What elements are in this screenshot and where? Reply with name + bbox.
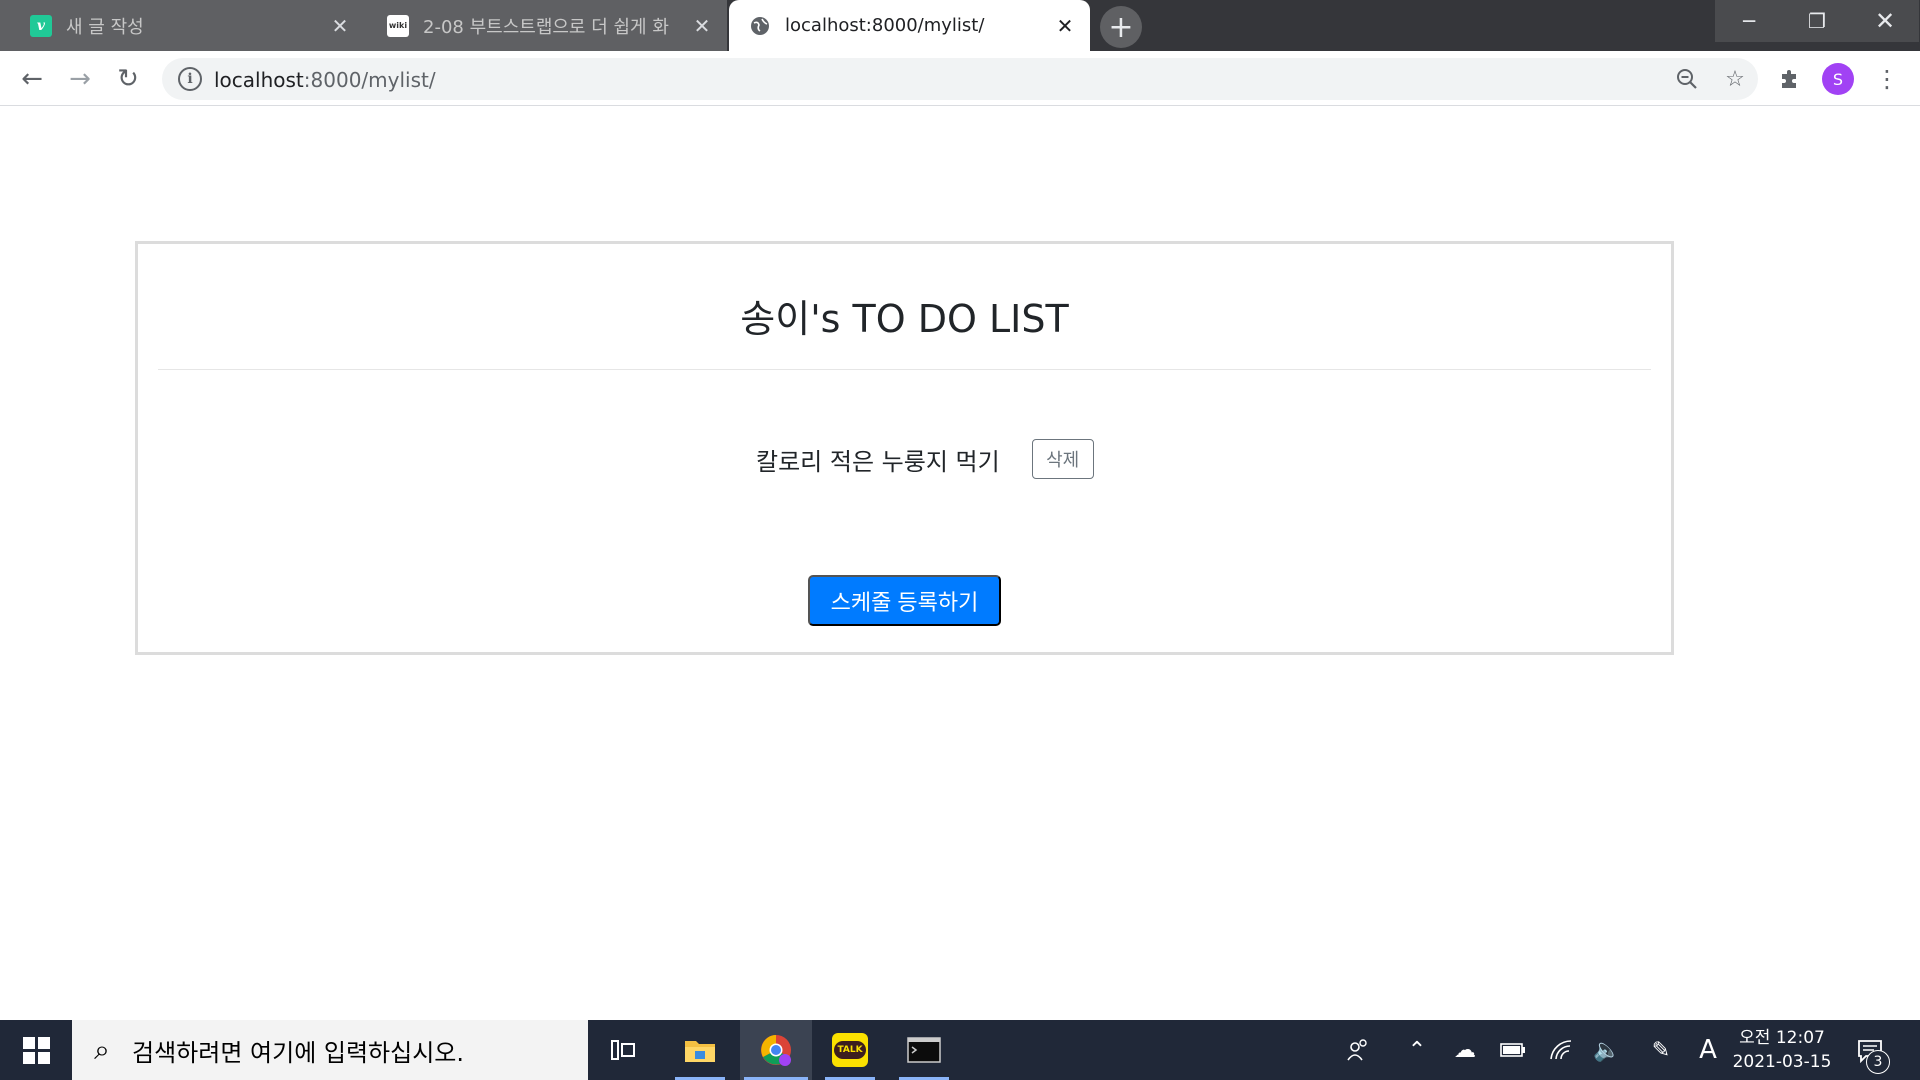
tab-localhost[interactable]: localhost:8000/mylist/ ✕ [729, 0, 1090, 51]
wikidocs-icon: wiki [387, 14, 409, 37]
bookmark-star-icon[interactable]: ☆ [1722, 66, 1748, 92]
extensions-puzzle-icon[interactable] [1770, 59, 1810, 99]
close-window-button[interactable]: ✕ [1851, 0, 1919, 42]
browser-toolbar: ← → ↻ i localhost:8000/mylist/ ☆ S ⋮ [0, 51, 1920, 106]
url-host: localhost [214, 68, 304, 92]
tab-title: 새 글 작성 [66, 16, 144, 38]
profile-avatar[interactable]: S [1822, 63, 1854, 95]
people-icon[interactable] [1340, 1020, 1376, 1080]
windows-logo-icon [22, 1036, 50, 1064]
chrome-icon[interactable] [740, 1020, 812, 1080]
forward-button[interactable]: → [60, 59, 100, 99]
wifi-icon[interactable] [1544, 1020, 1578, 1080]
tab-title: 2-08 부트스트랩으로 더 쉽게 화 [423, 16, 669, 38]
file-explorer-icon[interactable] [671, 1020, 729, 1080]
show-hidden-icons-chevron-icon[interactable]: ⌃ [1400, 1020, 1434, 1080]
address-url: localhost:8000/mylist/ [214, 68, 436, 92]
kakaotalk-icon[interactable]: TALK [821, 1020, 879, 1080]
battery-icon[interactable] [1496, 1020, 1530, 1080]
close-tab-icon[interactable]: ✕ [329, 14, 351, 38]
tab-title: localhost:8000/mylist/ [785, 15, 985, 36]
todo-item-text: 칼로리 적은 누룽지 먹기 [756, 447, 1000, 476]
url-path: :8000/mylist/ [303, 68, 436, 92]
ime-indicator[interactable]: A [1692, 1020, 1724, 1080]
register-schedule-button[interactable]: 스케줄 등록하기 [808, 575, 1001, 626]
site-info-icon[interactable]: i [178, 67, 202, 91]
delete-button[interactable]: 삭제 [1031, 439, 1094, 479]
new-tab-button[interactable]: + [1100, 6, 1142, 48]
velog-icon: v [30, 14, 52, 37]
onedrive-cloud-icon[interactable]: ☁ [1448, 1020, 1482, 1080]
notification-count-badge: 3 [1866, 1050, 1890, 1074]
globe-icon [749, 15, 771, 37]
browser-tab-strip: v 새 글 작성 ✕ wiki 2-08 부트스트랩으로 더 쉽게 화 ✕ lo… [0, 0, 1920, 51]
taskbar-clock[interactable]: 오전 12:07 2021-03-15 [1728, 1026, 1836, 1074]
volume-icon[interactable]: 🔈 [1590, 1020, 1624, 1080]
clock-time: 오전 12:07 [1739, 1028, 1825, 1048]
taskbar-search[interactable]: ⌕ 검색하려면 여기에 입력하십시오. [72, 1020, 588, 1080]
list-item: 칼로리 적은 누룽지 먹기 삭제 [756, 439, 1094, 479]
tab-new-post[interactable]: v 새 글 작성 ✕ [0, 0, 365, 51]
clock-date: 2021-03-15 [1732, 1052, 1832, 1072]
address-bar[interactable]: i localhost:8000/mylist/ ☆ [162, 58, 1758, 100]
menu-kebab-icon[interactable]: ⋮ [1867, 59, 1907, 99]
tab-wikidocs[interactable]: wiki 2-08 부트스트랩으로 더 쉽게 화 ✕ [365, 0, 727, 51]
divider [158, 369, 1651, 370]
restore-button[interactable]: ❐ [1783, 0, 1851, 42]
start-button[interactable] [0, 1020, 72, 1080]
todo-card: 송이's TO DO LIST 칼로리 적은 누룽지 먹기 삭제 스케줄 등록하… [135, 241, 1674, 655]
search-placeholder: 검색하려면 여기에 입력하십시오. [132, 1038, 465, 1067]
search-icon: ⌕ [94, 1033, 110, 1066]
kakaotalk-logo-text: TALK [834, 1041, 866, 1059]
windows-taskbar: ⌕ 검색하려면 여기에 입력하십시오. TALK ⌃ ☁ 🔈 ✎ A 오전 12… [0, 1020, 1920, 1080]
reload-button[interactable]: ↻ [108, 59, 148, 99]
terminal-icon[interactable] [895, 1020, 953, 1080]
task-view-icon[interactable] [594, 1020, 652, 1080]
minimize-button[interactable]: ─ [1715, 0, 1783, 42]
pen-workspace-icon[interactable]: ✎ [1644, 1020, 1678, 1080]
close-tab-icon[interactable]: ✕ [691, 14, 713, 38]
back-button[interactable]: ← [12, 59, 52, 99]
zoom-icon[interactable] [1674, 66, 1700, 92]
page-title: 송이's TO DO LIST [740, 297, 1069, 341]
close-tab-icon[interactable]: ✕ [1054, 14, 1076, 38]
